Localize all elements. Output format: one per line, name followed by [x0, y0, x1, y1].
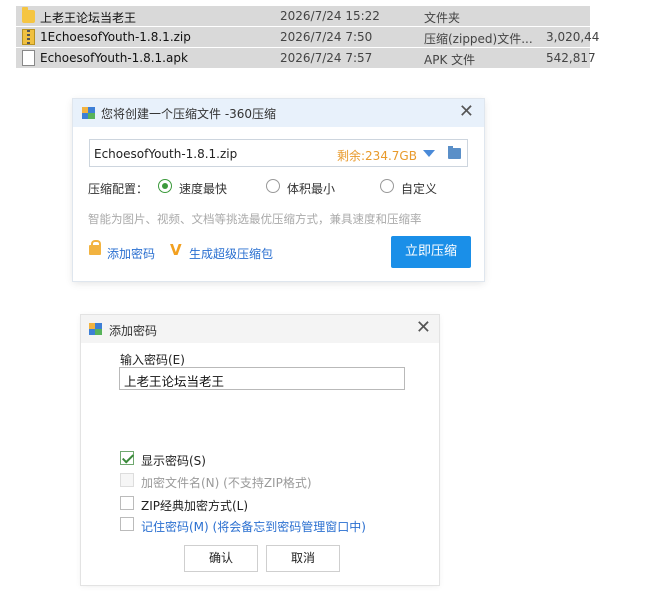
file-date: 2026/7/24 7:50 [280, 30, 373, 44]
radio-custom-label[interactable]: 自定义 [401, 180, 437, 197]
zip-classic-encryption-checkbox[interactable] [120, 496, 134, 510]
file-date: 2026/7/24 15:22 [280, 9, 380, 23]
file-name: 上老王论坛当老王 [40, 11, 137, 25]
file-date: 2026/7/24 7:57 [280, 51, 373, 65]
password-input[interactable]: 上老王论坛当老王 [119, 367, 405, 390]
show-password-checkbox[interactable] [120, 451, 134, 465]
compress-dialog: 您将创建一个压缩文件 -360压缩 ✕ EchoesofYouth-1.8.1.… [73, 99, 484, 281]
compress-config-label: 压缩配置： [88, 182, 149, 196]
compress-dialog-titlebar[interactable]: 您将创建一个压缩文件 -360压缩 ✕ [73, 99, 484, 127]
ok-button[interactable]: 确认 [184, 545, 258, 572]
lock-icon [89, 240, 101, 255]
file-row-folder[interactable]: 上老王论坛当老王 2026/7/24 15:22 文件夹 [16, 6, 590, 26]
compress-now-button[interactable]: 立即压缩 [391, 236, 471, 268]
add-password-link[interactable]: 添加密码 [107, 245, 155, 262]
close-icon[interactable]: ✕ [459, 103, 474, 121]
encrypt-filename-checkbox[interactable] [120, 473, 134, 487]
cancel-button[interactable]: 取消 [266, 545, 340, 572]
file-size: 3,020,44 [546, 30, 600, 44]
archive-app-icon [89, 323, 102, 335]
free-space-label: 剩余:234.7GB [337, 149, 417, 163]
file-type: 文件夹 [424, 11, 461, 25]
file-name: EchoesofYouth-1.8.1.apk [40, 51, 188, 65]
archive-app-icon [82, 107, 95, 119]
password-dialog-title: 添加密码 [109, 324, 158, 338]
close-icon[interactable]: ✕ [416, 319, 431, 337]
password-dialog-titlebar[interactable]: 添加密码 ✕ [81, 315, 439, 343]
chevron-down-icon[interactable] [423, 150, 435, 157]
file-size: 542,817 [546, 51, 596, 65]
file-row-apk[interactable]: EchoesofYouth-1.8.1.apk 2026/7/24 7:57 A… [16, 48, 596, 68]
zip-file-icon [22, 29, 35, 45]
browse-folder-icon[interactable] [448, 146, 461, 159]
folder-icon [22, 7, 35, 23]
file-icon [22, 50, 35, 66]
radio-fastest[interactable] [158, 179, 172, 193]
zip-classic-encryption-label[interactable]: ZIP经典加密方式(L) [141, 497, 248, 514]
password-input-label: 输入密码(E) [120, 353, 185, 367]
file-list: 上老王论坛当老王 2026/7/24 15:22 文件夹 1EchoesofYo… [16, 6, 599, 69]
file-row-zip[interactable]: 1EchoesofYouth-1.8.1.zip 2026/7/24 7:50 … [16, 27, 599, 47]
file-type: APK 文件 [424, 53, 476, 67]
file-type: 压缩(zipped)文件... [424, 32, 533, 46]
password-dialog: 添加密码 ✕ 输入密码(E) 上老王论坛当老王 显示密码(S) 加密文件名(N)… [81, 315, 439, 585]
radio-fastest-label[interactable]: 速度最快 [179, 180, 227, 197]
radio-smallest[interactable] [266, 179, 280, 193]
archive-name-field[interactable]: EchoesofYouth-1.8.1.zip 剩余:234.7GB [89, 139, 468, 167]
remember-password-label[interactable]: 记住密码(M) (将会备忘到密码管理窗口中) [141, 518, 366, 535]
compress-hint: 智能为图片、视频、文档等挑选最优压缩方式，兼具速度和压缩率 [88, 212, 422, 226]
radio-custom[interactable] [380, 179, 394, 193]
archive-name-value: EchoesofYouth-1.8.1.zip [94, 147, 238, 161]
encrypt-filename-label: 加密文件名(N) (不支持ZIP格式) [141, 476, 312, 490]
file-name: 1EchoesofYouth-1.8.1.zip [40, 30, 191, 44]
v-badge-icon: V [170, 241, 182, 259]
show-password-label[interactable]: 显示密码(S) [141, 452, 206, 469]
radio-smallest-label[interactable]: 体积最小 [287, 180, 335, 197]
compress-dialog-title: 您将创建一个压缩文件 -360压缩 [101, 107, 277, 121]
remember-password-checkbox[interactable] [120, 517, 134, 531]
super-pack-link[interactable]: 生成超级压缩包 [189, 245, 273, 262]
